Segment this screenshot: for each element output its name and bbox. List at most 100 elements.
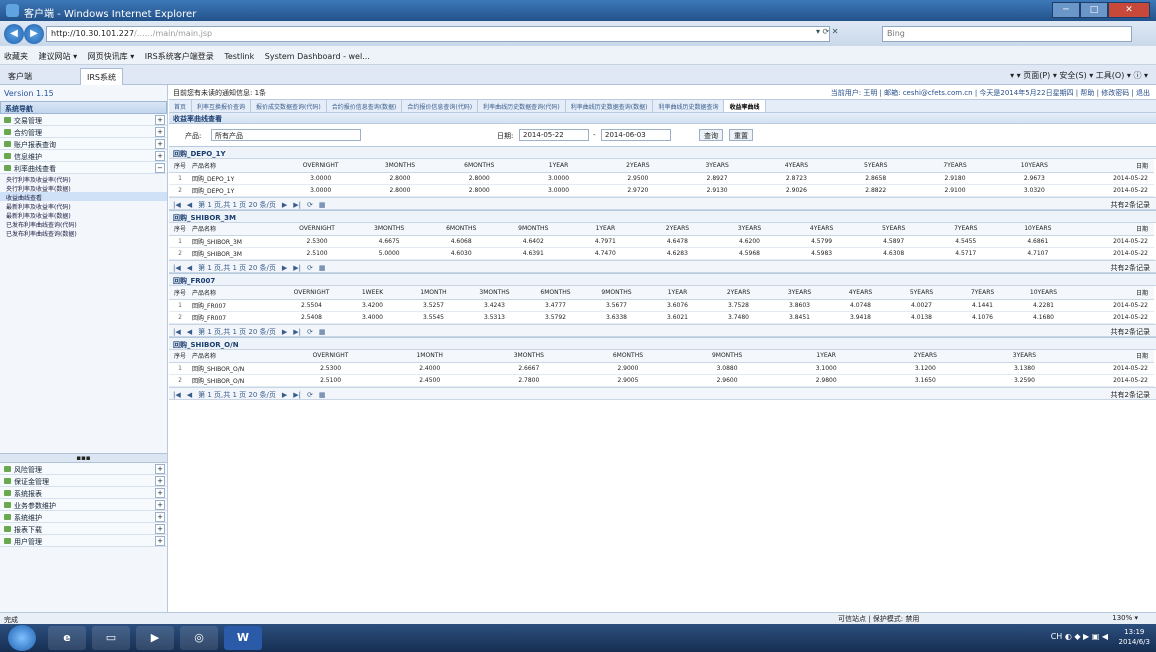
command-bar[interactable]: ▾ ▾ 页面(P) ▾ 安全(S) ▾ 工具(O) ▾ ⓘ ▾ [1010,70,1148,81]
column-header[interactable]: 5YEARS [836,159,916,173]
folder-taskbar-icon[interactable]: ▭ [92,626,130,650]
column-header[interactable]: OVERNIGHT [281,349,381,363]
media-taskbar-icon[interactable]: ▶ [136,626,174,650]
content-tab[interactable]: 利率曲线历史数据查询(数据) [566,100,654,112]
refresh-icon[interactable]: ⟳ [307,264,313,272]
export-icon[interactable]: ▦ [319,201,326,209]
system-tray[interactable]: CH ◐ ◆ ▶ ▣ ◀ [1051,632,1108,641]
next-page-icon[interactable]: ▶ [282,391,287,399]
column-header[interactable]: 4YEARS [785,222,858,236]
user-info[interactable]: 当前用户: 王明 | 邮箱: ceshi@cfets.com.cn | 今天是2… [831,88,1150,98]
prev-page-icon[interactable]: ◀ [187,264,192,272]
column-header[interactable]: 2YEARS [875,349,975,363]
table-row[interactable]: 1 回购_DEPO_1Y 3.0000 2.8000 2.8000 3.0000 2.950… [169,172,1154,185]
column-header[interactable]: 3MONTHS [360,159,440,173]
clock[interactable]: 13:19 2014/6/3 [1119,627,1150,647]
query-button[interactable]: 查询 [699,129,723,141]
next-page-icon[interactable]: ▶ [282,264,287,272]
sidebar-item-contract[interactable]: 合约管理 + [0,126,167,138]
sidebar-item-report[interactable]: 系统报表 + [0,487,167,499]
column-header[interactable]: 10YEARS [994,159,1074,173]
table-row[interactable]: 2 回购_DEPO_1Y 3.0000 2.8000 2.8000 3.0000 2.972… [169,184,1154,197]
expand-icon[interactable]: + [155,464,165,474]
favorites-item[interactable]: Testlink [224,52,254,61]
column-header[interactable]: 3YEARS [769,286,830,300]
start-button[interactable] [8,625,36,651]
column-header[interactable]: 7YEARS [929,222,1002,236]
export-icon[interactable]: ▦ [319,328,326,336]
last-page-icon[interactable]: ▶| [293,328,301,336]
sidebar-splitter[interactable]: ▪▪▪ [0,453,167,463]
expand-icon[interactable]: + [155,524,165,534]
start-date-input[interactable]: 2014-05-22 [519,129,589,141]
column-header[interactable]: 10YEARS [1001,222,1074,236]
prev-page-icon[interactable]: ◀ [187,391,192,399]
address-field[interactable]: http://10.30.101.227/……/main/main.jsp [46,26,830,42]
app-taskbar-icon[interactable]: ◎ [180,626,218,650]
sidebar-item-users[interactable]: 用户管理 + [0,535,167,547]
content-tab[interactable]: 报价成交数据查询(代码) [251,100,327,112]
table-row[interactable]: 1 回购_SHIBOR_3M 2.5300 4.6675 4.6068 4.6402 4.7… [169,235,1154,248]
column-header[interactable]: 日期 [1073,159,1154,173]
sidebar-subitem[interactable]: 最新利率及收益率(代码) [0,201,167,210]
column-header[interactable]: 6MONTHS [578,349,678,363]
column-header[interactable]: 日期 [1074,286,1154,300]
favorites-item[interactable]: 网页快讯库 ▾ [88,52,135,61]
sidebar-item-system[interactable]: 系统维护 + [0,511,167,523]
table-row[interactable]: 1 回购_SHIBOR_O/N 2.5300 2.4000 2.6667 2.9000 3.… [169,362,1154,375]
sidebar-subitem[interactable]: 已发布利率曲线查询(数据) [0,228,167,237]
column-header[interactable]: 6MONTHS [425,222,498,236]
end-date-input[interactable]: 2014-06-03 [601,129,671,141]
sidebar-subitem[interactable]: 最新利率及收益率(数据) [0,210,167,219]
column-header[interactable]: 1YEAR [518,159,599,173]
sidebar-item-trade[interactable]: 交易管理 + [0,114,167,126]
column-header[interactable]: 9MONTHS [586,286,647,300]
sidebar-subitem[interactable]: 央行利率及收益率(数据) [0,183,167,192]
minimize-button[interactable]: ─ [1052,2,1080,18]
sidebar-item-download[interactable]: 报表下载 + [0,523,167,535]
product-select[interactable]: 所有产品 [211,129,361,141]
forward-button[interactable]: ▶ [24,24,44,44]
column-header[interactable]: 3MONTHS [353,222,426,236]
expand-icon[interactable]: + [155,488,165,498]
column-header[interactable]: 9MONTHS [677,349,777,363]
refresh-icon[interactable]: ⟳ [307,201,313,209]
content-tab[interactable]: 利率互换报价查询 [192,100,252,112]
sidebar-item-account-report[interactable]: 账户报表查询 + [0,138,167,150]
first-page-icon[interactable]: |◀ [173,328,181,336]
sidebar-item-params[interactable]: 业务参数维护 + [0,499,167,511]
export-icon[interactable]: ▦ [319,391,326,399]
notice-text[interactable]: 目前您有未读的通知信息: 1条 [173,89,266,97]
content-tab[interactable]: 合约报价信息查询(数据) [327,100,403,112]
column-header[interactable]: OVERNIGHT [281,159,361,173]
sidebar-item-risk[interactable]: 风险管理 + [0,463,167,475]
column-header[interactable]: 10YEARS [1013,286,1074,300]
back-button[interactable]: ◀ [4,24,24,44]
column-header[interactable]: 日期 [1073,222,1154,236]
content-tab[interactable]: 首页 [169,100,193,112]
expand-icon[interactable]: + [155,476,165,486]
favorites-item[interactable]: 收藏夹 [4,52,28,61]
column-header[interactable]: 产品名称 [191,222,281,236]
refresh-stop-controls[interactable]: ▾ ⟳ ✕ [816,27,839,36]
column-header[interactable]: 4YEARS [830,286,891,300]
column-header[interactable]: 3MONTHS [464,286,525,300]
table-row[interactable]: 2 回购_SHIBOR_O/N 2.5100 2.4500 2.7800 2.9005 2.… [169,374,1154,387]
column-header[interactable]: 1YEAR [569,222,642,236]
expand-icon[interactable]: + [155,512,165,522]
sidebar-item-curve[interactable]: 利率曲线查看 − [0,162,167,174]
column-header[interactable]: 产品名称 [191,349,281,363]
next-page-icon[interactable]: ▶ [282,328,287,336]
column-header[interactable]: 1WEEK [342,286,403,300]
column-header[interactable]: 3YEARS [713,222,786,236]
column-header[interactable]: 序号 [169,159,191,173]
column-header[interactable]: 产品名称 [191,159,281,173]
content-tab-active[interactable]: 收益率曲线 [724,100,766,112]
prev-page-icon[interactable]: ◀ [187,201,192,209]
expand-icon[interactable]: + [155,536,165,546]
zoom-control[interactable]: 130% ▾ [1112,614,1138,622]
column-header[interactable]: 3MONTHS [479,349,579,363]
expand-icon[interactable]: + [155,151,165,161]
sidebar-item-info[interactable]: 信息维护 + [0,150,167,162]
expand-icon[interactable]: + [155,139,165,149]
